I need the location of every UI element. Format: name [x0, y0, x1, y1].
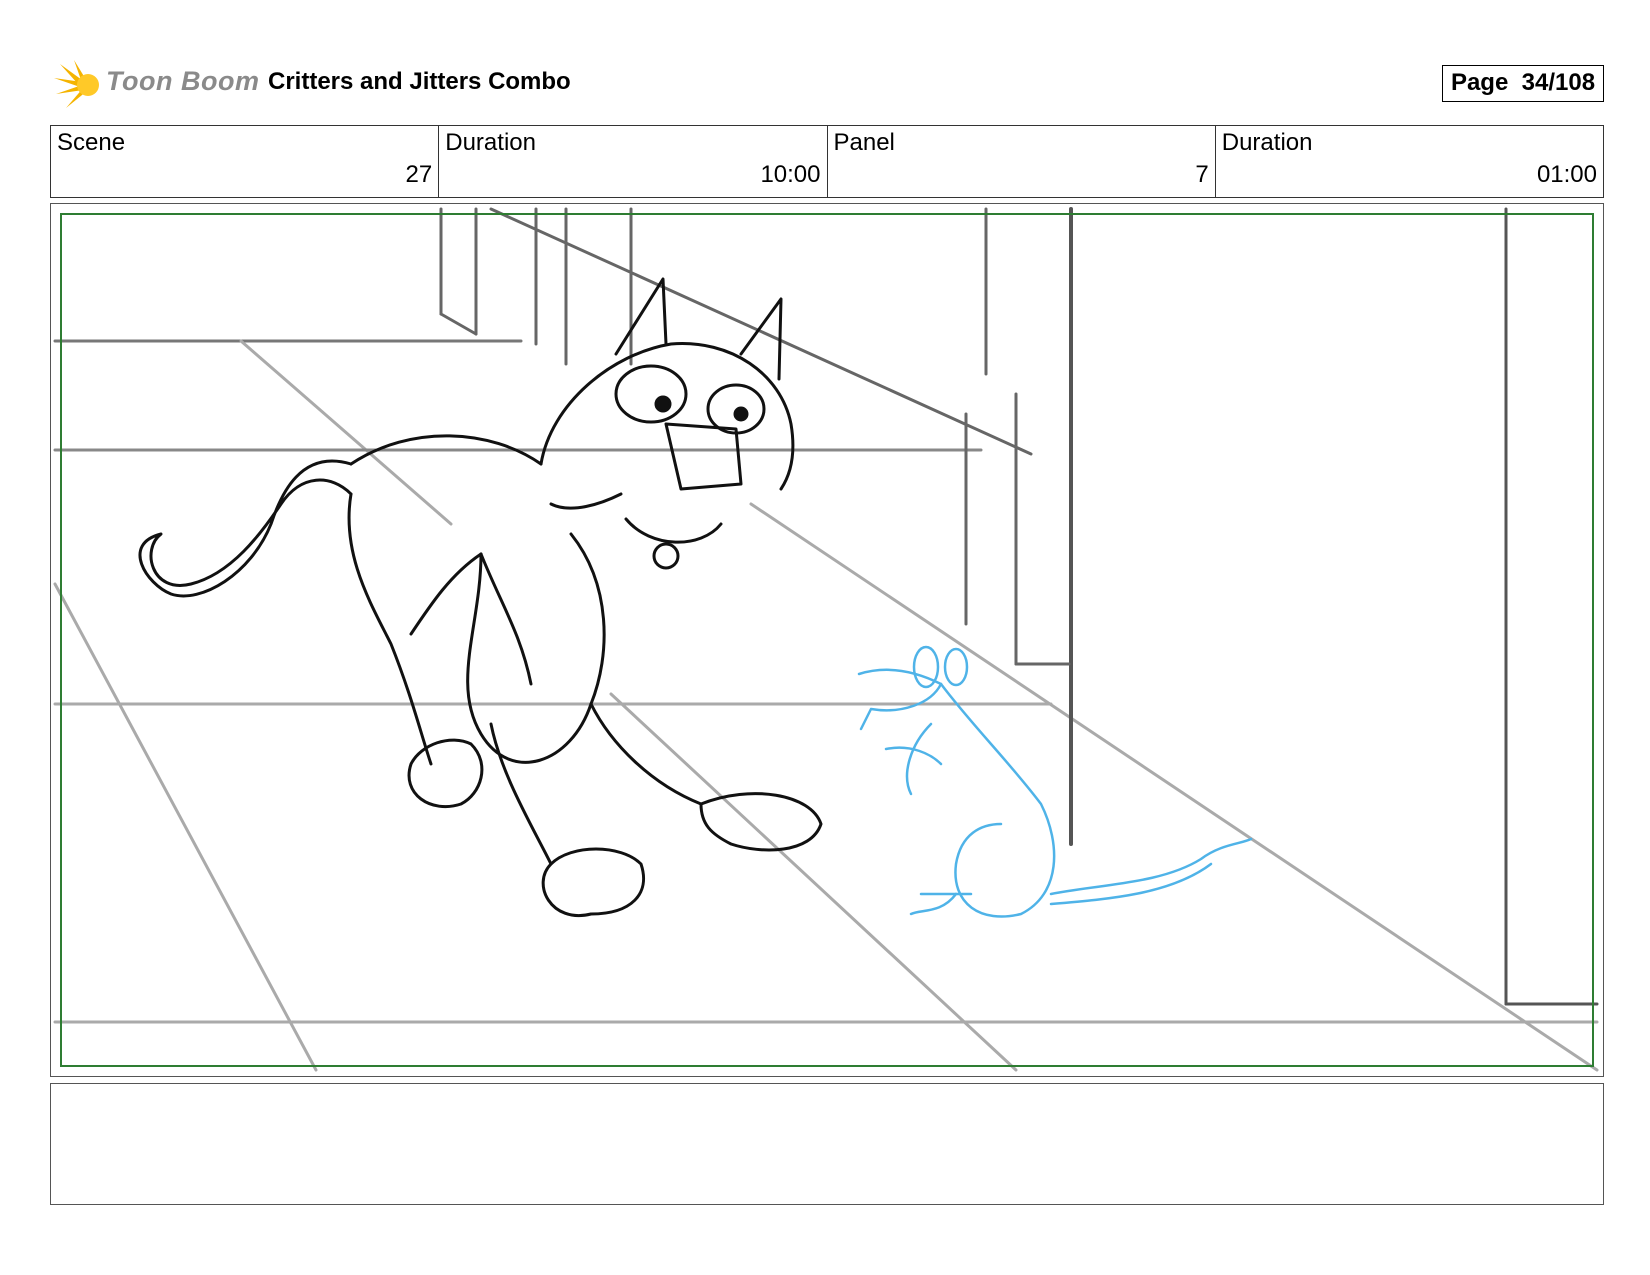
panel-notes-box[interactable] — [50, 1083, 1604, 1205]
mouse-sketch — [857, 645, 1253, 918]
panel-duration-cell[interactable]: Duration 01:00 — [1216, 126, 1603, 197]
panel-cell[interactable]: Panel 7 — [828, 126, 1216, 197]
scene-cell[interactable]: Scene 27 — [51, 126, 440, 197]
scene-duration-cell[interactable]: Duration 10:00 — [439, 126, 828, 197]
scene-label: Scene — [57, 129, 126, 156]
star-burst-icon — [54, 60, 99, 108]
panel-duration-label: Duration — [1221, 129, 1313, 156]
scene-value: 27 — [405, 161, 433, 188]
toon-boom-logo: Toon Boom — [52, 54, 259, 114]
scene-duration-value: 10:00 — [760, 161, 821, 188]
panel-value: 7 — [1195, 161, 1209, 188]
background-sketch — [53, 207, 1599, 1072]
page-indicator: Page 34/108 — [1442, 65, 1604, 102]
project-title: Critters and Jitters Combo — [268, 68, 571, 95]
cat-sketch — [138, 277, 823, 918]
storyboard-panel[interactable] — [50, 203, 1604, 1077]
storyboard-header: Toon Boom Critters and Jitters Combo Pag… — [52, 54, 1612, 114]
scene-info-table: Scene 27 Duration 10:00 Panel 7 Duration… — [50, 125, 1604, 198]
page-label: Page — [1450, 69, 1509, 96]
page-number: 34/108 — [1521, 69, 1596, 96]
panel-label: Panel — [833, 129, 895, 156]
logo-wordmark: Toon Boom — [106, 66, 260, 96]
panel-drawing — [53, 207, 1599, 1072]
panel-duration-value: 01:00 — [1536, 161, 1597, 188]
scene-duration-label: Duration — [445, 129, 536, 156]
